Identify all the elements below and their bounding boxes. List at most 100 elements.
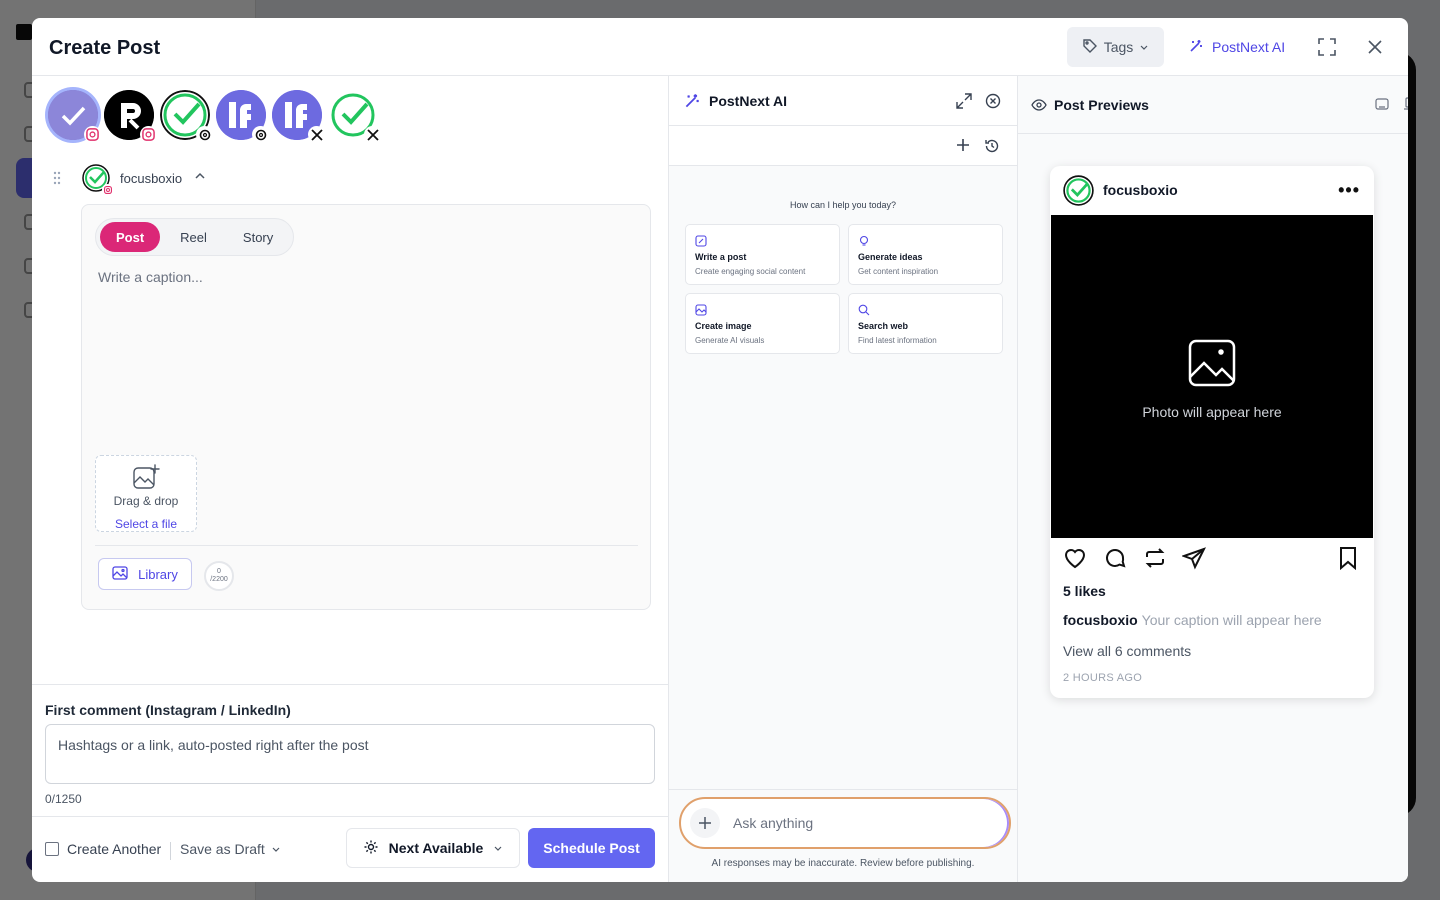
select-file-link[interactable]: Select a file [96,517,196,531]
ig-caption: focusboxio Your caption will appear here [1063,612,1322,628]
mobile-view-icon[interactable] [1375,97,1389,116]
x-icon [364,126,381,143]
ai-card-write-post[interactable]: Write a post Create engaging social cont… [685,224,840,285]
first-comment-label: First comment (Instagram / LinkedIn) [45,702,291,718]
next-available-label: Next Available [388,840,484,856]
tags-button[interactable]: Tags [1067,27,1164,67]
ig-caption-user: focusboxio [1063,612,1138,628]
tab-reel[interactable]: Reel [164,222,223,252]
first-comment-input[interactable]: Hashtags or a link, auto-posted right af… [45,724,655,784]
next-available-button[interactable]: Next Available [346,828,520,868]
search-icon [858,303,870,321]
close-circle-icon[interactable] [985,93,1001,114]
instagram-icon [102,184,113,195]
account-selector [48,90,381,143]
history-icon[interactable] [984,138,1000,159]
chevron-up-icon[interactable] [194,169,206,187]
add-image-icon [133,464,161,495]
close-icon[interactable] [1364,36,1386,58]
account-avatar[interactable] [216,90,269,143]
tab-post[interactable]: Post [100,222,161,252]
first-comment-count: 0/1250 [45,792,82,806]
chevron-down-icon [493,840,503,856]
account-avatar[interactable] [160,90,213,143]
ai-card-generate-ideas[interactable]: Generate ideas Get content inspiration [848,224,1003,285]
create-post-modal: Create Post Tags PostNext AI focusboxio … [32,18,1408,882]
ig-photo-placeholder: Photo will appear here [1051,215,1373,538]
account-avatar-selected[interactable] [48,90,101,143]
ai-card-subtitle: Create engaging social content [695,267,806,276]
ig-view-comments[interactable]: View all 6 comments [1063,643,1191,659]
ai-card-title: Create image [695,321,752,331]
postnext-ai-button[interactable]: PostNext AI [1184,27,1289,67]
ai-card-title: Write a post [695,252,747,262]
comment-icon[interactable] [1103,546,1127,575]
account-avatar[interactable] [104,90,157,143]
gallery-icon [112,565,128,583]
bulb-icon [858,234,870,252]
ai-card-create-image[interactable]: Create image Generate AI visuals [685,293,840,354]
desktop-view-icon[interactable] [1403,97,1408,116]
create-another-toggle[interactable]: Create Another [45,841,161,857]
divider [32,684,668,685]
drag-handle-icon[interactable] [52,171,66,185]
ai-card-title: Generate ideas [858,252,923,262]
modal-header: Create Post Tags PostNext AI [32,18,1408,76]
plus-icon[interactable] [956,138,970,157]
magic-wand-icon [1188,38,1204,57]
create-another-checkbox[interactable] [45,842,59,856]
tab-story[interactable]: Story [227,222,289,252]
avatar [1063,175,1094,211]
instagram-preview-card: focusboxio ••• Photo will appear here 5 … [1050,166,1374,698]
ai-disclaimer: AI responses may be inaccurate. Review b… [711,858,975,869]
chevron-down-icon [271,841,281,857]
modal-title: Create Post [49,37,161,59]
chevron-down-icon [1139,39,1149,55]
expand-icon[interactable] [956,93,972,114]
tags-label: Tags [1103,39,1134,55]
counter-max: /2200 [210,576,228,583]
post-editor: Post Reel Story Write a caption... Drag … [81,204,651,610]
ai-card-subtitle: Find latest information [858,336,937,345]
fullscreen-icon[interactable] [1316,36,1338,58]
plus-icon[interactable] [690,808,720,838]
image-placeholder-icon [1188,339,1236,392]
caption-input[interactable]: Write a caption... [98,269,203,285]
photo-placeholder-text: Photo will appear here [1142,404,1282,420]
repost-icon[interactable] [1143,546,1167,575]
divider [32,816,668,817]
separator [170,842,171,860]
ai-chat-input[interactable]: Ask anything [679,797,1011,849]
library-button[interactable]: Library [98,558,192,590]
ai-assistant-panel: PostNext AI How can I help you today? Wr… [668,76,1018,882]
dropzone-text: Drag & drop [113,494,179,508]
preview-header: Post Previews [1018,76,1408,134]
account-avatar[interactable] [328,90,381,143]
ig-username: focusboxio [1103,182,1178,198]
account-avatar[interactable] [272,90,325,143]
ai-card-search-web[interactable]: Search web Find latest information [848,293,1003,354]
more-icon[interactable]: ••• [1338,180,1360,201]
save-draft-dropdown[interactable]: Save as Draft [180,841,281,857]
image-icon [695,303,707,321]
ai-input-placeholder: Ask anything [733,815,814,831]
create-another-label: Create Another [67,841,162,857]
ai-card-subtitle: Get content inspiration [858,267,939,276]
heart-icon[interactable] [1063,546,1087,575]
media-dropzone[interactable]: Drag & drop Select a file [95,455,197,532]
threads-icon [196,126,213,143]
threads-icon [252,126,269,143]
instagram-icon [84,126,101,143]
bookmark-icon[interactable] [1338,546,1358,575]
counter-value: 0 [217,568,221,575]
schedule-post-button[interactable]: Schedule Post [528,828,655,868]
ai-panel-header: PostNext AI [669,76,1017,126]
character-counter: 0 /2200 [204,561,234,591]
account-row: focusboxio [52,162,206,195]
preview-title: Post Previews [1054,97,1149,113]
ig-caption-text: Your caption will appear here [1141,612,1322,628]
ai-card-title: Search web [858,321,909,331]
postnext-ai-label: PostNext AI [1212,39,1286,55]
tag-icon [1082,38,1098,57]
share-icon[interactable] [1181,546,1206,575]
